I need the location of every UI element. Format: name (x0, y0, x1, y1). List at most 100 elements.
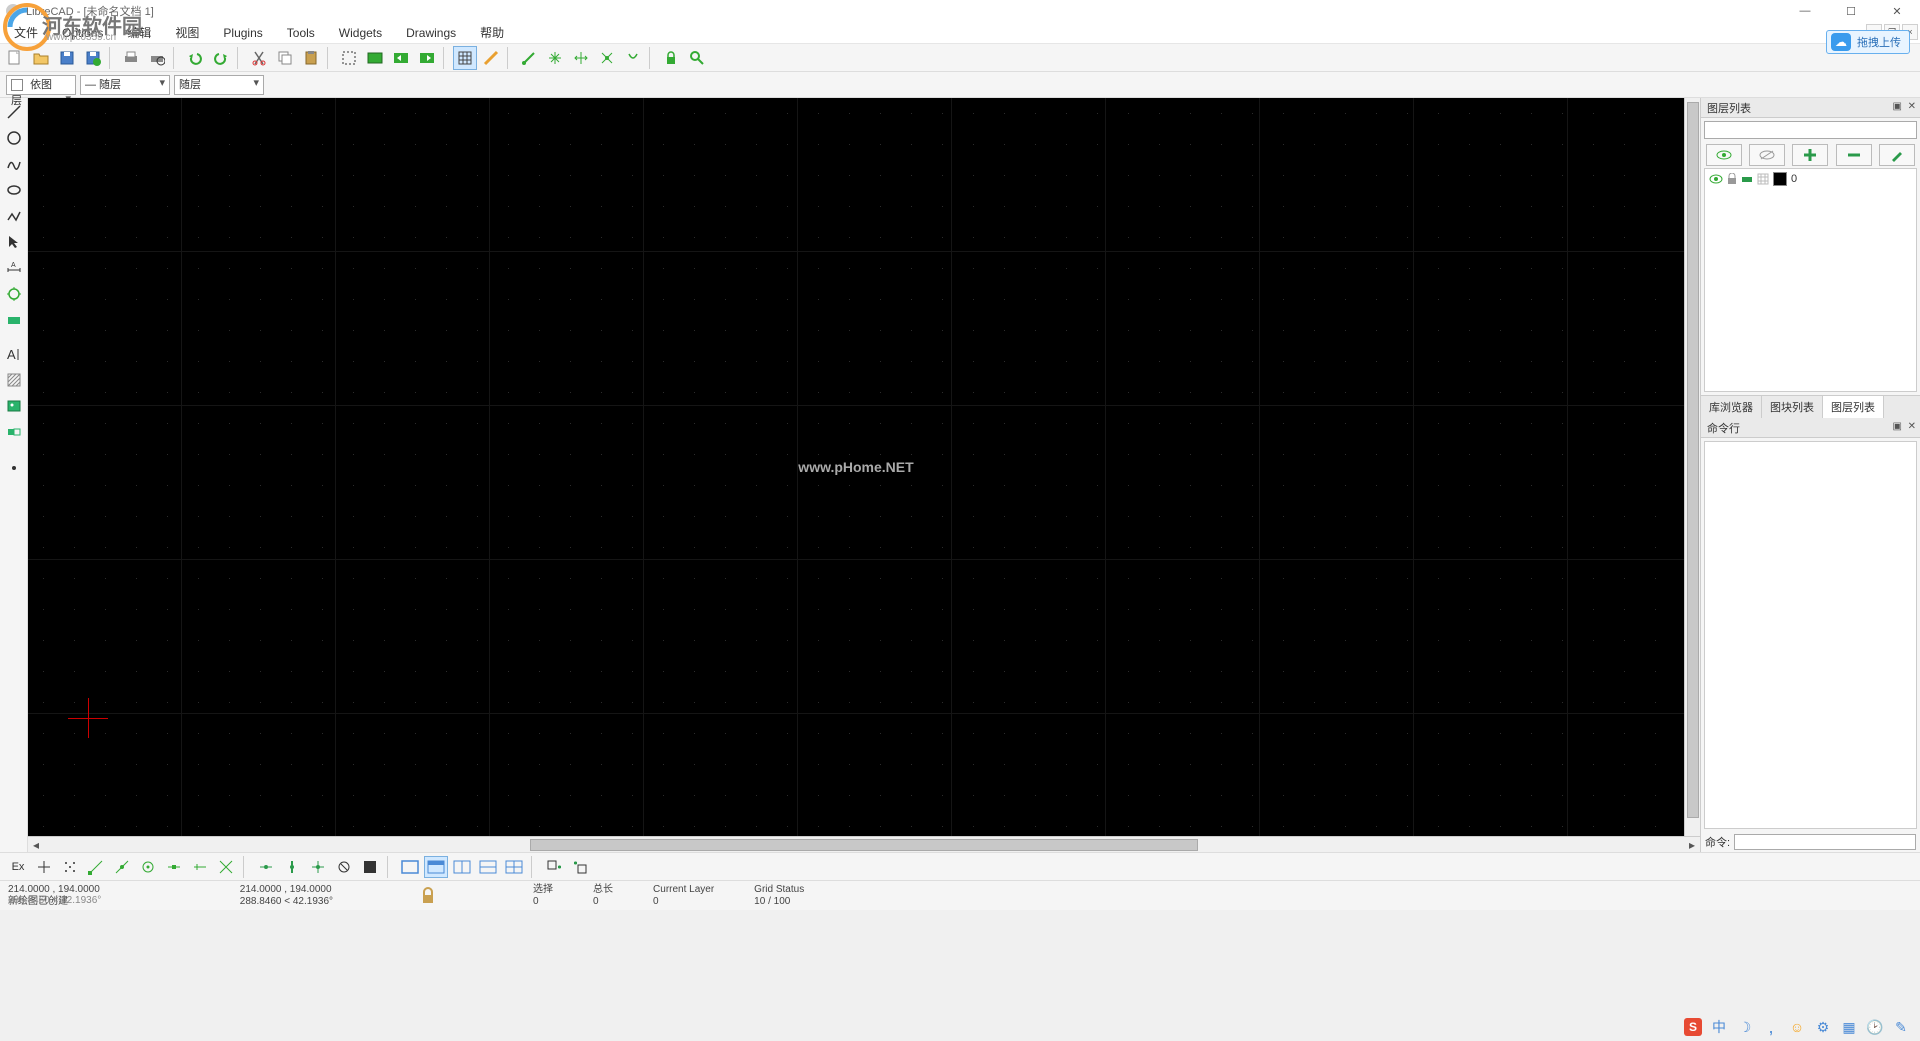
command-input[interactable] (1734, 834, 1916, 850)
command-panel-title-bar[interactable]: 命令行 ▣ ✕ (1701, 418, 1920, 438)
command-panel-pin-icon[interactable]: ▣ (1893, 421, 1902, 432)
tray-settings-icon[interactable]: ⚙ (1814, 1018, 1832, 1036)
exclusive-snap-button[interactable]: Ex (6, 856, 30, 878)
edit-tool-5-button[interactable] (621, 46, 645, 70)
window-close-button[interactable]: ✕ (1874, 0, 1920, 22)
copy-button[interactable] (273, 46, 297, 70)
menu-plugins[interactable]: Plugins (213, 24, 272, 42)
new-file-button[interactable] (3, 46, 27, 70)
drag-upload-badge[interactable]: ☁ 拖拽上传 (1826, 30, 1910, 54)
snap-center-button[interactable] (136, 856, 160, 878)
command-panel-close-icon[interactable]: ✕ (1908, 421, 1916, 432)
text-tool-button[interactable]: A (3, 344, 25, 364)
window-minimize-button[interactable]: — (1782, 0, 1828, 22)
tray-moon-icon[interactable]: ☽ (1736, 1018, 1754, 1036)
linewidth-select[interactable]: — 随层 (80, 75, 170, 95)
restrict-orthogonal-button[interactable] (280, 856, 304, 878)
edit-tool-1-button[interactable] (517, 46, 541, 70)
lock-snap-button[interactable] (659, 46, 683, 70)
tray-ime-icon[interactable]: 中 (1710, 1018, 1728, 1036)
restrict-vertical-button[interactable] (332, 856, 356, 878)
info-tool-button[interactable] (3, 310, 25, 330)
print-preview-button[interactable] (145, 46, 169, 70)
tray-sogou-icon[interactable]: S (1684, 1018, 1702, 1036)
layer-edit-button[interactable] (1879, 144, 1915, 166)
menu-options[interactable]: Options (52, 24, 113, 42)
tray-keyboard-icon[interactable]: ▦ (1840, 1018, 1858, 1036)
polyline-tool-button[interactable] (3, 206, 25, 226)
hatch-tool-button[interactable] (3, 370, 25, 390)
menu-drawings[interactable]: Drawings (396, 24, 466, 42)
drawing-canvas[interactable]: www.pHome.NET (28, 98, 1684, 836)
block-tool-button[interactable] (3, 422, 25, 442)
snap-endpoint-button[interactable] (84, 856, 108, 878)
layer-show-all-button[interactable] (1706, 144, 1742, 166)
layer-remove-button[interactable] (1836, 144, 1872, 166)
modify-tool-button[interactable] (3, 284, 25, 304)
view-mode-4-button[interactable] (476, 856, 500, 878)
menu-edit[interactable]: 编辑 (117, 22, 161, 43)
layer-row-0[interactable]: 0 (1705, 169, 1916, 189)
grid-toggle-button[interactable] (453, 46, 477, 70)
tab-blocks[interactable]: 图块列表 (1762, 396, 1823, 418)
vertical-scrollbar[interactable] (1684, 98, 1700, 836)
snap-intersection-button[interactable] (214, 856, 238, 878)
view-mode-5-button[interactable] (502, 856, 526, 878)
view-mode-3-button[interactable] (450, 856, 474, 878)
layer-panel-title-bar[interactable]: 图层列表 ▣ ✕ (1701, 98, 1920, 118)
paste-button[interactable] (299, 46, 323, 70)
draft-mode-button[interactable] (479, 46, 503, 70)
print-button[interactable] (119, 46, 143, 70)
tab-library[interactable]: 库浏览器 (1701, 396, 1762, 418)
layer-hide-all-button[interactable] (1749, 144, 1785, 166)
menu-file[interactable]: 文件 (4, 22, 48, 43)
zoom-previous-button[interactable] (389, 46, 413, 70)
point-tool-button[interactable] (3, 458, 25, 478)
tab-layers[interactable]: 图层列表 (1823, 396, 1884, 418)
edit-tool-3-button[interactable] (569, 46, 593, 70)
layer-list[interactable]: 0 (1704, 168, 1917, 392)
relative-zero-button[interactable] (685, 46, 709, 70)
restrict-horizontal-button[interactable] (306, 856, 330, 878)
snap-free-button[interactable] (32, 856, 56, 878)
zoom-auto-button[interactable] (363, 46, 387, 70)
circle-tool-button[interactable] (3, 128, 25, 148)
tray-punct-icon[interactable]: , (1762, 1018, 1780, 1036)
select-tool-button[interactable] (3, 232, 25, 252)
save-button[interactable] (55, 46, 79, 70)
menu-view[interactable]: 视图 (165, 22, 209, 43)
restrict-nothing-button[interactable] (254, 856, 278, 878)
linetype-select[interactable]: 随层 (174, 75, 264, 95)
menu-tools[interactable]: Tools (277, 24, 325, 42)
save-as-button[interactable] (81, 46, 105, 70)
layer-panel-close-icon[interactable]: ✕ (1908, 101, 1916, 112)
curve-tool-button[interactable] (3, 154, 25, 174)
block-create-button[interactable] (542, 856, 566, 878)
command-history[interactable] (1704, 441, 1917, 829)
snap-on-entity-button[interactable] (110, 856, 134, 878)
set-relative-zero-button[interactable] (358, 856, 382, 878)
tray-pen-icon[interactable]: ✎ (1892, 1018, 1910, 1036)
view-mode-1-button[interactable] (398, 856, 422, 878)
menu-help[interactable]: 帮助 (470, 22, 514, 43)
window-maximize-button[interactable]: ☐ (1828, 0, 1874, 22)
view-mode-2-button[interactable] (424, 856, 448, 878)
snap-grid-button[interactable] (58, 856, 82, 878)
zoom-redraw-button[interactable] (415, 46, 439, 70)
undo-button[interactable] (183, 46, 207, 70)
layer-panel-pin-icon[interactable]: ▣ (1893, 101, 1902, 112)
edit-tool-2-button[interactable] (543, 46, 567, 70)
redo-button[interactable] (209, 46, 233, 70)
tray-clock-icon[interactable]: 🕑 (1866, 1018, 1884, 1036)
layer-filter-input[interactable] (1704, 121, 1917, 139)
layer-add-button[interactable] (1792, 144, 1828, 166)
block-explode-button[interactable] (568, 856, 592, 878)
lock-status-icon[interactable] (420, 887, 436, 905)
edit-tool-4-button[interactable] (595, 46, 619, 70)
horizontal-scrollbar[interactable]: ◂ ▸ (28, 836, 1700, 852)
tray-face-icon[interactable]: ☺ (1788, 1018, 1806, 1036)
snap-distance-button[interactable] (188, 856, 212, 878)
snap-middle-button[interactable] (162, 856, 186, 878)
dimension-tool-button[interactable]: A (3, 258, 25, 278)
open-file-button[interactable] (29, 46, 53, 70)
